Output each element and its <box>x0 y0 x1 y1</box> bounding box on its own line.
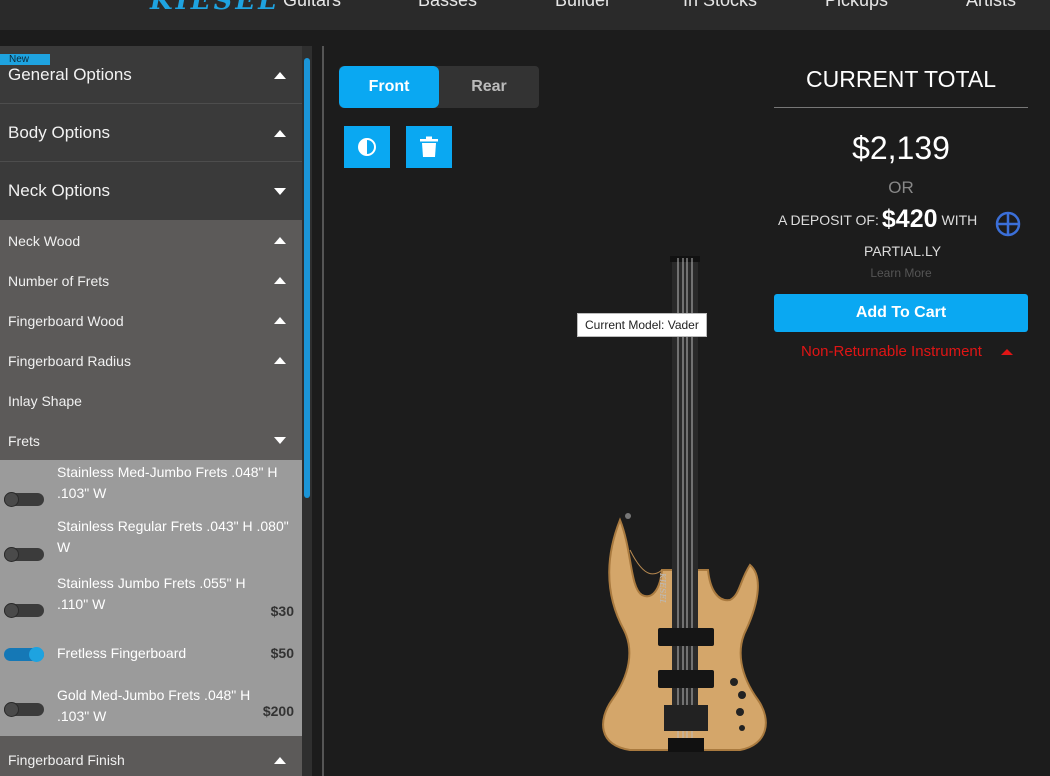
partially-logo-icon[interactable] <box>995 211 1021 237</box>
sub-item-neck-wood[interactable]: Neck Wood <box>0 220 302 260</box>
option-toggle[interactable] <box>4 547 44 562</box>
view-toggle: Front Rear <box>339 66 539 108</box>
fret-option[interactable]: Stainless Jumbo Frets .055" H .110" W $3… <box>0 571 302 625</box>
sub-item-label: Frets <box>8 433 40 449</box>
fret-option-selected[interactable]: Fretless Fingerboard $50 <box>0 625 302 680</box>
option-toggle[interactable] <box>4 647 44 662</box>
rear-view-button[interactable]: Rear <box>439 66 539 108</box>
current-total-title: CURRENT TOTAL <box>806 66 996 92</box>
option-label: Fretless Fingerboard <box>57 645 187 661</box>
new-badge: New <box>0 54 50 65</box>
trash-icon <box>420 136 438 157</box>
option-price: $30 <box>270 603 294 619</box>
add-to-cart-button[interactable]: Add To Cart <box>774 294 1028 332</box>
contrast-button[interactable] <box>344 126 390 168</box>
deposit-suffix: WITH <box>941 212 978 228</box>
deposit-prefix: A DEPOSIT OF: <box>778 212 879 228</box>
sub-item-label: Neck Wood <box>8 233 81 249</box>
chevron-up-icon <box>274 317 286 324</box>
toggle-knob <box>4 547 19 562</box>
sub-item-frets[interactable]: Frets <box>0 420 302 460</box>
nav-link-builder[interactable]: Builder <box>555 0 611 11</box>
option-label: Stainless Regular Frets .043" H .080" W <box>57 518 289 555</box>
chevron-up-icon <box>274 130 286 137</box>
sub-item-label: Fingerboard Wood <box>8 313 124 329</box>
section-label: Neck Options <box>8 181 111 200</box>
chevron-up-icon <box>274 237 286 244</box>
section-body-options[interactable]: Body Options <box>0 104 302 162</box>
option-label: Stainless Med-Jumbo Frets .048" H .103" … <box>57 464 278 501</box>
sub-item-label: Fingerboard Radius <box>8 353 131 369</box>
chevron-up-icon <box>274 757 286 764</box>
sub-item-fingerboard-wood[interactable]: Fingerboard Wood <box>0 300 302 340</box>
toggle-knob <box>4 492 19 507</box>
sub-item-inlay-shape[interactable]: Inlay Shape <box>0 380 302 420</box>
chevron-down-icon <box>274 437 286 444</box>
section-label: Body Options <box>8 123 111 142</box>
frets-option-list: Stainless Med-Jumbo Frets .048" H .103" … <box>0 460 302 736</box>
panel-divider <box>322 46 324 776</box>
non-returnable-notice[interactable]: Non-Returnable Instrument <box>801 343 982 360</box>
scrollbar-thumb[interactable] <box>304 58 310 498</box>
learn-more-link[interactable]: Learn More <box>774 266 1028 280</box>
fret-option[interactable]: Gold Med-Jumbo Frets .048" H .103" W $20… <box>0 680 302 736</box>
sub-item-number-of-frets[interactable]: Number of Frets <box>0 260 302 300</box>
chevron-up-icon <box>274 357 286 364</box>
section-label: General Options <box>8 65 132 84</box>
sub-item-fingerboard-finish[interactable]: Fingerboard Finish <box>0 736 302 776</box>
total-divider <box>774 107 1028 108</box>
nav-link-artists[interactable]: Artists <box>966 0 1016 11</box>
front-view-button[interactable]: Front <box>339 66 439 108</box>
headstock-brand: KIESEL <box>658 573 667 603</box>
option-toggle[interactable] <box>4 702 44 717</box>
toggle-knob <box>4 702 19 717</box>
fret-option[interactable]: Stainless Regular Frets .043" H .080" W <box>0 515 302 571</box>
partially-provider[interactable]: PARTIAL.LY <box>864 243 941 259</box>
sub-item-label: Fingerboard Finish <box>8 752 125 768</box>
chevron-up-icon <box>274 277 286 284</box>
section-neck-options[interactable]: Neck Options <box>0 162 302 220</box>
chevron-up-icon <box>274 72 286 79</box>
chevron-up-icon[interactable] <box>1001 349 1013 355</box>
nav-link-basses[interactable]: Basses <box>418 0 477 11</box>
nav-link-guitars[interactable]: Guitars <box>283 0 341 11</box>
option-label: Gold Med-Jumbo Frets .048" H .103" W <box>57 687 251 724</box>
options-sidebar: New General Options Body Options Neck Op… <box>0 46 302 776</box>
fret-option[interactable]: Stainless Med-Jumbo Frets .048" H .103" … <box>0 460 302 515</box>
deposit-line: A DEPOSIT OF: $420 WITH <box>778 205 977 234</box>
deposit-amount: $420 <box>881 205 938 233</box>
option-toggle[interactable] <box>4 603 44 618</box>
sub-item-label: Number of Frets <box>8 273 110 289</box>
top-nav: KIESEL Guitars Basses Builder In Stocks … <box>0 0 1050 30</box>
option-price: $200 <box>262 703 294 719</box>
option-label: Stainless Jumbo Frets .055" H .110" W <box>57 575 246 612</box>
contrast-icon <box>358 138 376 156</box>
option-toggle[interactable] <box>4 492 44 507</box>
chevron-down-icon <box>274 188 286 195</box>
toggle-knob <box>29 647 44 662</box>
option-price: $50 <box>270 645 294 661</box>
or-label: OR <box>888 178 914 197</box>
nav-link-in-stocks[interactable]: In Stocks <box>683 0 757 11</box>
toggle-knob <box>4 603 19 618</box>
sub-item-label: Inlay Shape <box>8 393 82 409</box>
kiesel-logo[interactable]: KIESEL <box>150 0 279 16</box>
model-tooltip: Current Model: Vader <box>577 313 707 337</box>
sub-item-fingerboard-radius[interactable]: Fingerboard Radius <box>0 340 302 380</box>
delete-button[interactable] <box>406 126 452 168</box>
nav-link-pickups[interactable]: Pickups <box>825 0 888 11</box>
total-price: $2,139 <box>852 130 950 166</box>
sidebar-scrollbar[interactable] <box>302 46 312 776</box>
neck-options-list: Neck Wood Number of Frets Fingerboard Wo… <box>0 220 302 460</box>
